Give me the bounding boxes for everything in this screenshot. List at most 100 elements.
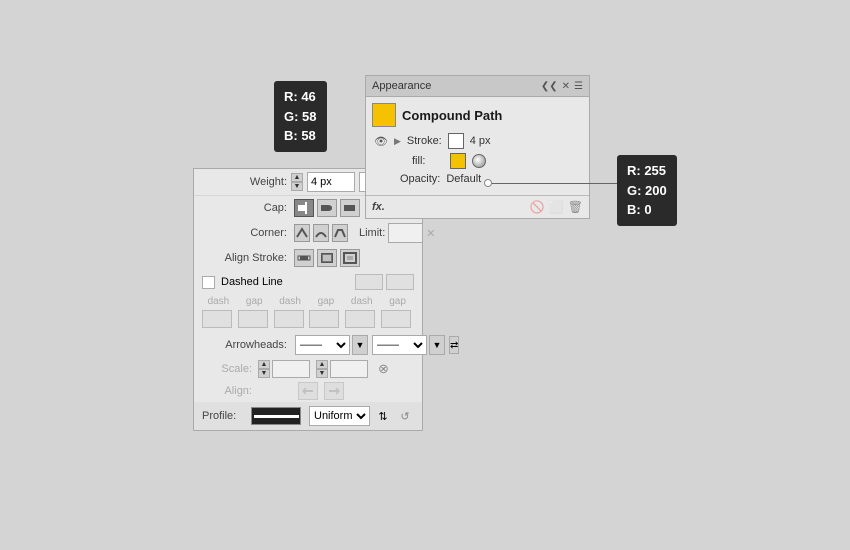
appearance-panel-header: Appearance ❮❮ ✕ ☰ [366, 76, 589, 97]
tooltip-b-yellow: B: 0 [627, 200, 667, 220]
collapse-icon[interactable]: ❮❮ [541, 81, 558, 92]
eye-icon[interactable]: 👁 [374, 135, 388, 148]
scale2-stepper[interactable]: ▲ ▼ [316, 360, 328, 378]
limit-input[interactable] [388, 223, 423, 243]
profile-flip-btn[interactable]: ⇅ [374, 407, 392, 425]
fill-row: fill: [372, 153, 583, 169]
gap-label-1: gap [238, 296, 271, 307]
align-center-btn[interactable] [294, 249, 314, 267]
arrowhead-end-dropdown[interactable]: ▼ [429, 335, 445, 355]
gap-input-3[interactable] [381, 310, 411, 328]
scale-row: Scale: ▲ ▼ ▲ ▼ ⊗ [194, 358, 422, 380]
menu-icon[interactable]: ☰ [574, 81, 583, 92]
stepper-down[interactable]: ▼ [291, 182, 303, 191]
align-stroke-label: Align Stroke: [202, 252, 287, 264]
connector-line [490, 183, 620, 184]
arrowhead-start-dropdown[interactable]: ▼ [352, 335, 368, 355]
gap-label-2: gap [309, 296, 342, 307]
align-arrowhead-label: Align: [202, 385, 252, 397]
weight-stepper[interactable]: ▲ ▼ [291, 173, 303, 191]
gap-label-3: gap [381, 296, 414, 307]
dashed-line-row: Dashed Line [194, 270, 422, 294]
arrowhead-start-select[interactable]: —— [295, 335, 350, 355]
scale1-wrap: ▲ ▼ [258, 360, 310, 378]
scale-lock-icon: ⊗ [378, 361, 389, 377]
dash-input-2[interactable] [274, 310, 304, 328]
align-arrow-right-btn[interactable] [324, 382, 344, 400]
gap-input-2[interactable] [309, 310, 339, 328]
new-art-icon: 🚫 [530, 200, 545, 214]
profile-select[interactable]: Uniform [309, 406, 370, 426]
compound-path-swatch[interactable] [372, 103, 396, 127]
connector-dot [484, 179, 492, 187]
arrowhead-end-select[interactable]: —— [372, 335, 427, 355]
align-arrow-left-btn[interactable] [298, 382, 318, 400]
compound-path-label: Compound Path [402, 108, 502, 123]
scale2-up[interactable]: ▲ [316, 360, 328, 369]
align-inside-btn[interactable] [317, 249, 337, 267]
expand-arrow[interactable]: ▶ [394, 136, 401, 147]
scale1-down[interactable]: ▼ [258, 369, 270, 378]
gap-input-1[interactable] [238, 310, 268, 328]
dash-input-1[interactable] [202, 310, 232, 328]
dashed-label: Dashed Line [221, 276, 283, 288]
limit-label: Limit: [359, 227, 385, 239]
arrowheads-label: Arrowheads: [202, 339, 287, 351]
corner-miter-btn[interactable] [294, 224, 310, 242]
appearance-panel: Appearance ❮❮ ✕ ☰ Compound Path 👁 ▶ Stro… [365, 75, 590, 219]
stroke-label: Stroke: [407, 135, 442, 147]
dash-gap-grid: dash gap dash gap dash gap [194, 294, 422, 332]
stroke-row: 👁 ▶ Stroke: 4 px [372, 133, 583, 149]
appearance-footer: fx. 🚫 ⬜ 🗑 [366, 195, 589, 218]
fill-label: fill: [412, 155, 444, 167]
arrowhead-start-wrap: —— ▼ [295, 335, 368, 355]
close-icon[interactable]: ✕ [562, 81, 570, 92]
profile-reset-btn[interactable]: ↺ [396, 407, 414, 425]
fill-circle-indicator [472, 154, 486, 168]
cap-butt-btn[interactable] [294, 199, 314, 217]
align-outside-btn[interactable] [340, 249, 360, 267]
weight-input[interactable] [307, 172, 355, 192]
tooltip-g: G: 58 [284, 107, 317, 127]
tooltip-g-yellow: G: 200 [627, 181, 667, 201]
opacity-value: Default [446, 173, 481, 185]
dash-label-3: dash [345, 296, 378, 307]
cap-square-btn[interactable] [340, 199, 360, 217]
profile-preview [251, 407, 301, 425]
scale2-wrap: ▲ ▼ [316, 360, 368, 378]
align-stroke-row: Align Stroke: [194, 246, 422, 270]
corner-row: Corner: Limit: ✕ [194, 220, 422, 246]
arrowhead-end-wrap: —— ▼ [372, 335, 445, 355]
dash-input-3[interactable] [345, 310, 375, 328]
corner-bevel-btn[interactable] [332, 224, 348, 242]
limit-close[interactable]: ✕ [426, 227, 435, 240]
dash-pattern-2[interactable] [386, 274, 414, 290]
compound-path-row: Compound Path [372, 103, 583, 127]
delete-icon: 🗑 [568, 200, 583, 214]
scale1-input[interactable] [272, 360, 310, 378]
duplicate-icon: ⬜ [549, 200, 564, 214]
scale1-stepper[interactable]: ▲ ▼ [258, 360, 270, 378]
cap-round-btn[interactable] [317, 199, 337, 217]
scale1-up[interactable]: ▲ [258, 360, 270, 369]
stepper-up[interactable]: ▲ [291, 173, 303, 182]
arrowheads-row: Arrowheads: —— ▼ —— ▼ ⇄ [194, 332, 422, 358]
dash-label-2: dash [274, 296, 307, 307]
dash-label-1: dash [202, 296, 235, 307]
dashed-checkbox[interactable] [202, 276, 215, 289]
fill-color-swatch[interactable] [450, 153, 466, 169]
color-tooltip-yellow: R: 255 G: 200 B: 0 [617, 155, 677, 226]
profile-row: Profile: Uniform ⇅ ↺ [194, 402, 422, 430]
align-arrowhead-row: Align: [194, 380, 422, 402]
fx-label[interactable]: fx. [372, 201, 385, 213]
dashed-pattern-icons [355, 274, 414, 290]
opacity-label: Opacity: [374, 173, 440, 185]
corner-round-btn[interactable] [313, 224, 329, 242]
scale2-down[interactable]: ▼ [316, 369, 328, 378]
scale2-input[interactable] [330, 360, 368, 378]
cap-label: Cap: [202, 202, 287, 214]
stroke-color-swatch[interactable] [448, 133, 464, 149]
arrowhead-swap-btn[interactable]: ⇄ [449, 336, 459, 354]
dash-pattern-1[interactable] [355, 274, 383, 290]
corner-label: Corner: [202, 227, 287, 239]
